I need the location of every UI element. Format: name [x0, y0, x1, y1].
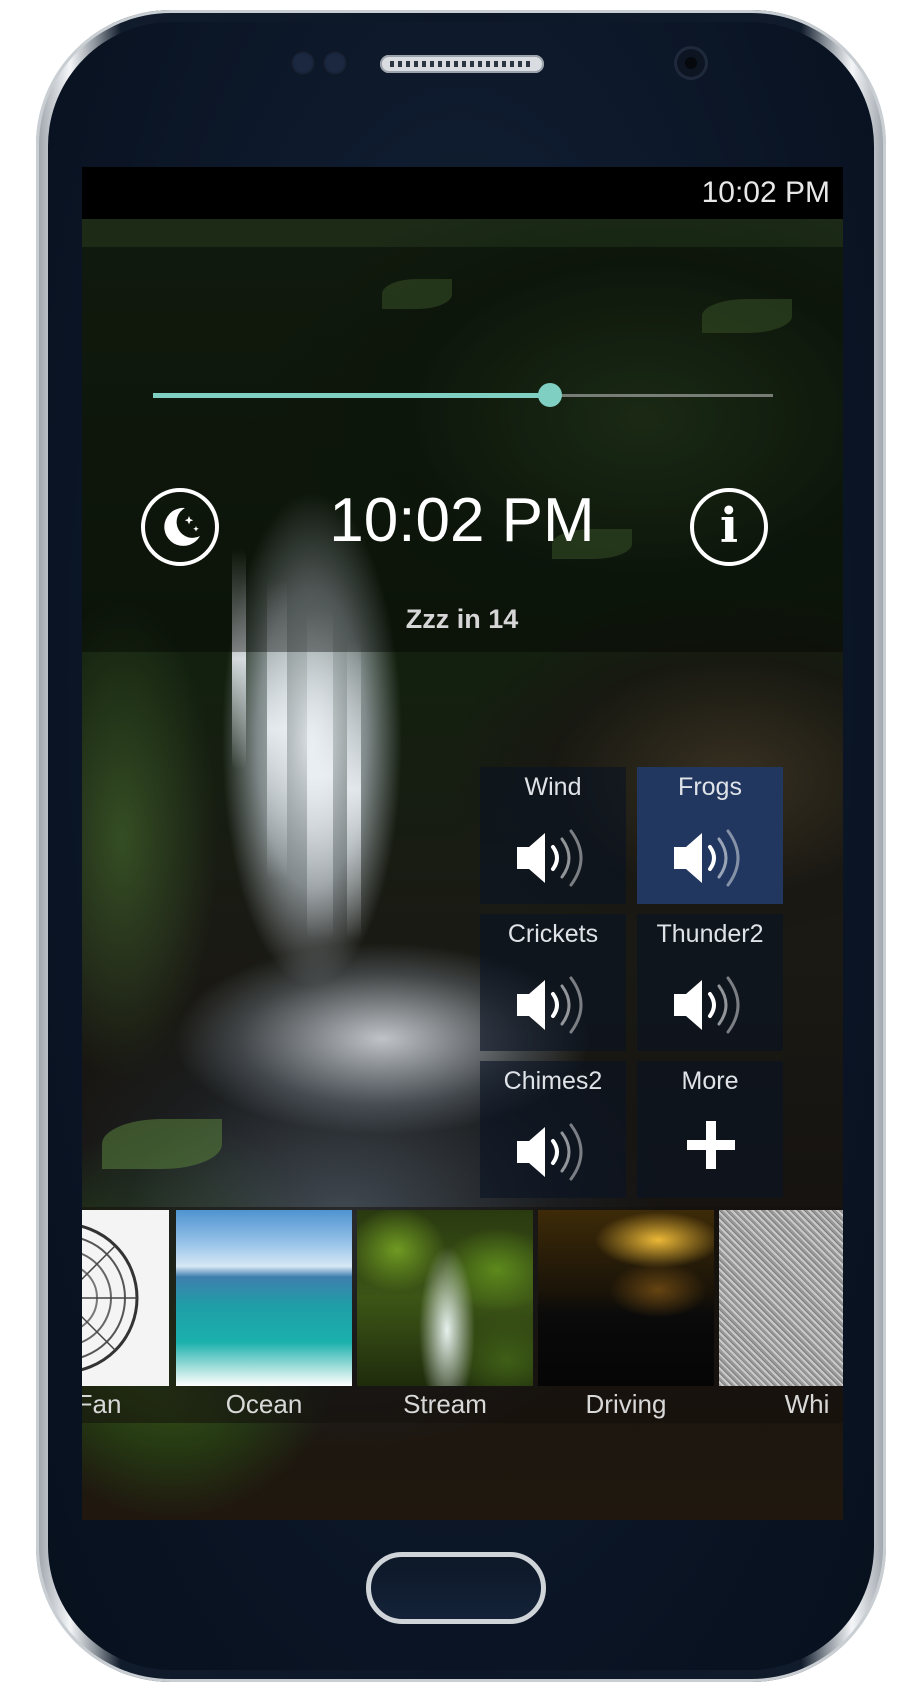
- sound-tile-thunder2[interactable]: Thunder2: [637, 914, 783, 1051]
- sound-tile-more[interactable]: More: [637, 1061, 783, 1198]
- slider-fill: [153, 393, 550, 398]
- moss-patch: [102, 1119, 222, 1169]
- front-camera: [674, 46, 708, 80]
- status-bar: 10:02 PM: [82, 167, 843, 219]
- status-time: 10:02 PM: [701, 176, 830, 209]
- sound-tile-label: Frogs: [678, 773, 742, 801]
- moon-stars-icon: [164, 507, 200, 546]
- sleep-timer-text: Zzz in 14: [405, 604, 519, 634]
- scene-label: Stream: [403, 1389, 487, 1419]
- earpiece-speaker: [380, 55, 544, 73]
- app-screen: 10:02 PM 10:02 PM i Zzz in 14 Wind Frogs…: [82, 167, 843, 1520]
- speaker-icon: [515, 970, 595, 1044]
- info-icon: i: [719, 498, 739, 554]
- clock-display: 10:02 PM: [329, 486, 595, 555]
- scene-thumb-3[interactable]: [357, 1210, 533, 1386]
- info-button[interactable]: i: [690, 488, 768, 566]
- sound-tile-label: Thunder2: [656, 920, 764, 948]
- sound-tile-chimes2[interactable]: Chimes2: [480, 1061, 626, 1198]
- sound-mixer-grid: Wind Frogs Crickets Thunder2 Chimes2 More: [480, 767, 843, 1207]
- plus-icon: [687, 1121, 735, 1169]
- waterfall-streak: [347, 639, 361, 939]
- sound-tile-label: Chimes2: [503, 1067, 603, 1095]
- waterfall-streak: [307, 609, 333, 939]
- control-panel: 10:02 PM i Zzz in 14: [82, 247, 843, 652]
- sound-tile-crickets[interactable]: Crickets: [480, 914, 626, 1051]
- speaker-icon: [515, 823, 595, 897]
- scene-label: Whi: [784, 1389, 830, 1419]
- scene-label: Driving: [585, 1389, 667, 1419]
- scene-label: ng Fan: [82, 1389, 122, 1419]
- sound-tile-label: Crickets: [507, 920, 599, 948]
- scene-thumb-4[interactable]: [538, 1210, 714, 1386]
- sound-tile-wind[interactable]: Wind: [480, 767, 626, 904]
- speaker-icon: [672, 970, 752, 1044]
- sound-tile-label: More: [681, 1067, 739, 1095]
- sound-tile-frogs[interactable]: Frogs: [637, 767, 783, 904]
- background-scene: 10:02 PM i Zzz in 14 Wind Frogs Crickets Th…: [82, 219, 843, 1520]
- sensor-dots: [290, 50, 350, 76]
- volume-slider[interactable]: [153, 382, 773, 408]
- scene-thumb-5[interactable]: [719, 1210, 843, 1386]
- speaker-icon: [515, 1117, 595, 1191]
- sleep-mode-button[interactable]: [141, 488, 219, 566]
- scene-carousel: ng Fan Ocean Stream Driving Whi: [82, 1207, 843, 1423]
- scene-thumb-2[interactable]: [176, 1210, 352, 1386]
- sound-tile-label: Wind: [524, 773, 582, 801]
- speaker-icon: [672, 823, 752, 897]
- slider-thumb[interactable]: [537, 383, 562, 407]
- home-button[interactable]: [366, 1552, 546, 1624]
- scene-label: Ocean: [225, 1389, 303, 1419]
- scene-thumb-1[interactable]: [82, 1210, 169, 1386]
